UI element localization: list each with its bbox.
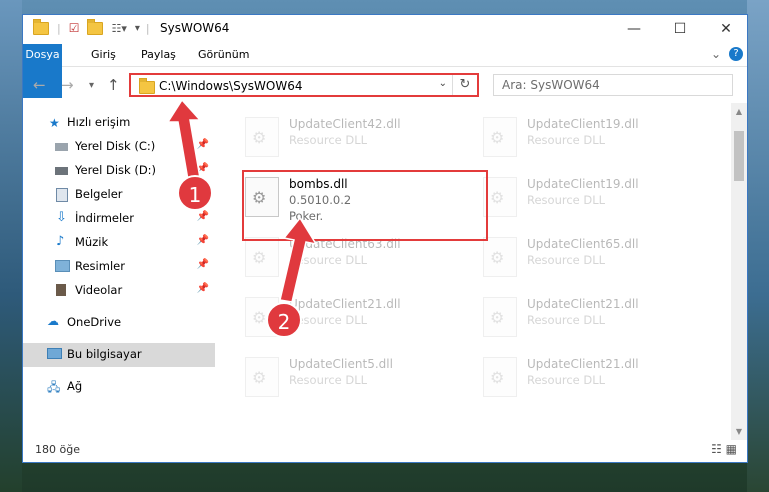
arrow-2 [279, 216, 318, 303]
annotation-arrows [166, 98, 318, 303]
callout-2: 2 [266, 302, 302, 338]
arrow-1 [166, 98, 202, 181]
callout-1: 1 [177, 175, 213, 211]
